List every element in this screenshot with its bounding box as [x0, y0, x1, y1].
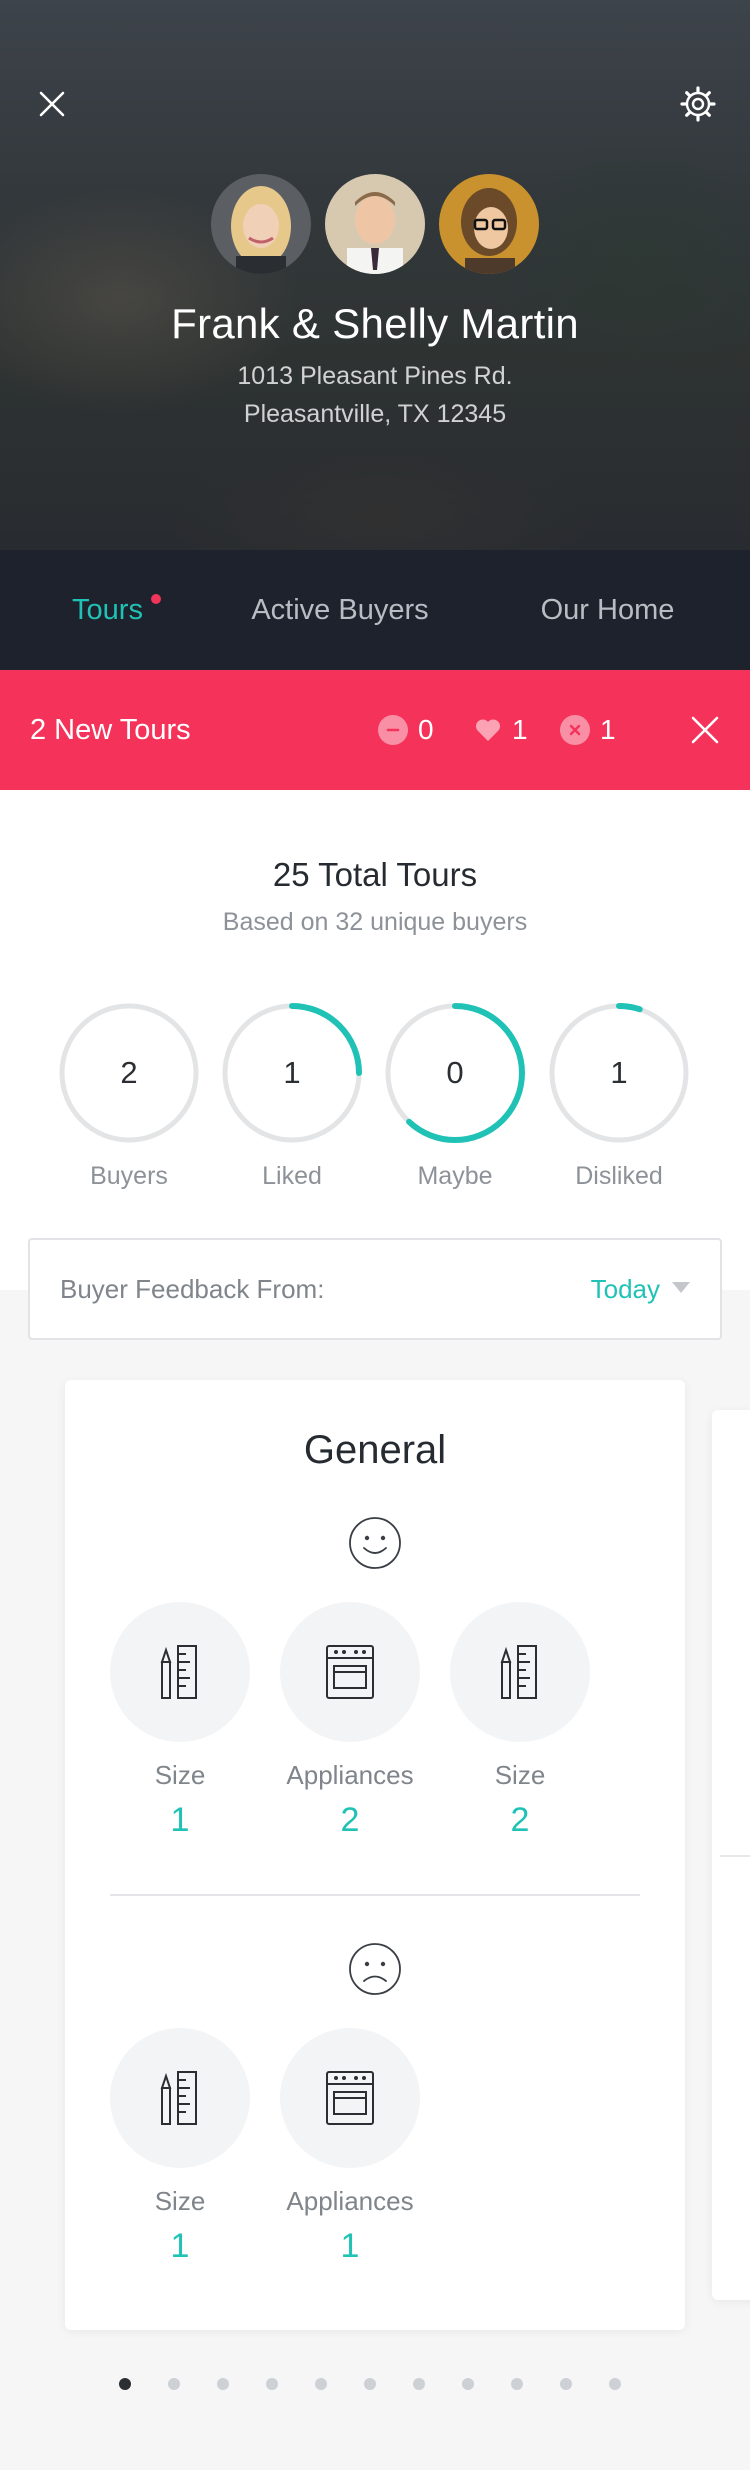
heart-icon: [475, 719, 501, 741]
ring-label: Disliked: [575, 1162, 663, 1190]
tab-bar: Tours Active Buyers Our Home: [0, 550, 750, 670]
profile-header: Frank & Shelly Martin 1013 Pleasant Pine…: [0, 0, 750, 550]
disliked-stat: 1: [560, 714, 616, 746]
disliked-count: 1: [600, 714, 616, 745]
address-line-2: Pleasantville, TX 12345: [243, 400, 507, 428]
banner-close-button[interactable]: [678, 703, 732, 757]
pager-dot[interactable]: [217, 2378, 229, 2390]
tab-label: Active Buyers: [251, 593, 429, 626]
ring-disliked[interactable]: 1 Disliked: [548, 1002, 690, 1192]
avatar-woman-blonde: [211, 174, 311, 274]
feature-count: 1: [170, 2227, 190, 2265]
frown-face-icon: [349, 1943, 401, 1995]
maybe-count: 0: [418, 714, 434, 745]
feedback-label: Buyer Feedback From:: [60, 1273, 325, 1304]
ring-value: 0: [446, 1055, 464, 1090]
feature-name: Size: [494, 1760, 546, 1790]
settings-button[interactable]: [668, 74, 728, 134]
pager-dot[interactable]: [364, 2378, 376, 2390]
tab-our-home[interactable]: Our Home: [465, 550, 750, 670]
pencil-ruler-icon: [110, 2028, 250, 2168]
pencil-ruler-icon: [450, 1602, 590, 1742]
maybe-stat: 0: [378, 714, 434, 746]
liked-stat: 1: [474, 714, 528, 746]
oven-icon: [280, 1602, 420, 1742]
pager-dot[interactable]: [511, 2378, 523, 2390]
feature-count: 2: [340, 1801, 360, 1839]
ring-maybe[interactable]: 0 Maybe: [384, 1002, 526, 1192]
feature-name: Size: [154, 2186, 206, 2216]
x-circle-icon: [560, 715, 590, 745]
tab-label: Tours: [72, 593, 143, 626]
smile-face-icon: [349, 1517, 401, 1569]
ring-label: Maybe: [417, 1162, 493, 1190]
pager-dot[interactable]: [119, 2378, 131, 2390]
ring-label: Liked: [262, 1162, 322, 1190]
ring-value: 1: [283, 1055, 301, 1090]
avatar-man-tie: [325, 174, 425, 274]
feature-count: 1: [170, 1801, 190, 1839]
close-icon: [39, 91, 65, 117]
pager-dot[interactable]: [413, 2378, 425, 2390]
ring-value: 2: [120, 1055, 138, 1090]
pencil-ruler-icon: [110, 1602, 250, 1742]
feedback-date-select[interactable]: Buyer Feedback From: Today: [28, 1238, 722, 1340]
pager-dot[interactable]: [266, 2378, 278, 2390]
close-icon: [691, 716, 719, 744]
banner-title: 2 New Tours: [30, 713, 191, 746]
gear-icon: [680, 86, 716, 122]
caret-down-icon: [672, 1282, 690, 1293]
feature-item[interactable]: Appliances 1: [280, 2028, 420, 2266]
total-tours-subtitle: Based on 32 unique buyers: [222, 908, 528, 936]
card-pager: [0, 2378, 750, 2392]
card-title: General: [303, 1428, 447, 1472]
pager-dot[interactable]: [168, 2378, 180, 2390]
notification-dot: [151, 594, 161, 604]
feature-item[interactable]: Size 1: [110, 2028, 250, 2266]
close-button[interactable]: [22, 74, 82, 134]
avatar[interactable]: [325, 174, 425, 274]
feature-name: Size: [154, 1760, 206, 1790]
ring-buyers[interactable]: 2 Buyers: [58, 1002, 200, 1192]
next-card-peek[interactable]: [712, 1410, 750, 2300]
avatar-woman-glasses: [439, 174, 539, 274]
address-line-1: 1013 Pleasant Pines Rd.: [237, 362, 513, 390]
feature-item[interactable]: Size 1: [110, 1602, 250, 1840]
liked-count: 1: [512, 714, 528, 745]
pager-dot[interactable]: [315, 2378, 327, 2390]
feature-count: 2: [510, 1801, 530, 1839]
oven-icon: [280, 2028, 420, 2168]
ring-value: 1: [610, 1055, 628, 1090]
ring-label: Buyers: [90, 1162, 168, 1190]
feature-item[interactable]: Appliances 2: [280, 1602, 420, 1840]
pager-dot[interactable]: [609, 2378, 621, 2390]
total-tours-title: 25 Total Tours: [272, 856, 478, 893]
tab-tours[interactable]: Tours: [0, 550, 215, 670]
ring-liked[interactable]: 1 Liked: [221, 1002, 363, 1192]
minus-circle-icon: [378, 715, 408, 745]
new-tours-banner[interactable]: 2 New Tours 0 1 1: [0, 670, 750, 790]
tab-active-buyers[interactable]: Active Buyers: [215, 550, 465, 670]
profile-name: Frank & Shelly Martin: [171, 300, 579, 347]
pager-dot[interactable]: [560, 2378, 572, 2390]
feature-name: Appliances: [286, 1760, 414, 1790]
avatar-group: [0, 174, 750, 274]
pager-dot[interactable]: [462, 2378, 474, 2390]
feedback-value: Today: [590, 1273, 660, 1304]
hero-background: [0, 0, 750, 550]
card-divider: [110, 1894, 640, 1896]
feedback-card-general: General Size 1 Appliances 2 Size 2 Size …: [65, 1380, 685, 2330]
avatar[interactable]: [439, 174, 539, 274]
feature-item[interactable]: Size 2: [450, 1602, 590, 1840]
feature-name: Appliances: [286, 2186, 414, 2216]
avatar[interactable]: [211, 174, 311, 274]
feature-count: 1: [340, 2227, 360, 2265]
tab-label: Our Home: [540, 593, 675, 626]
